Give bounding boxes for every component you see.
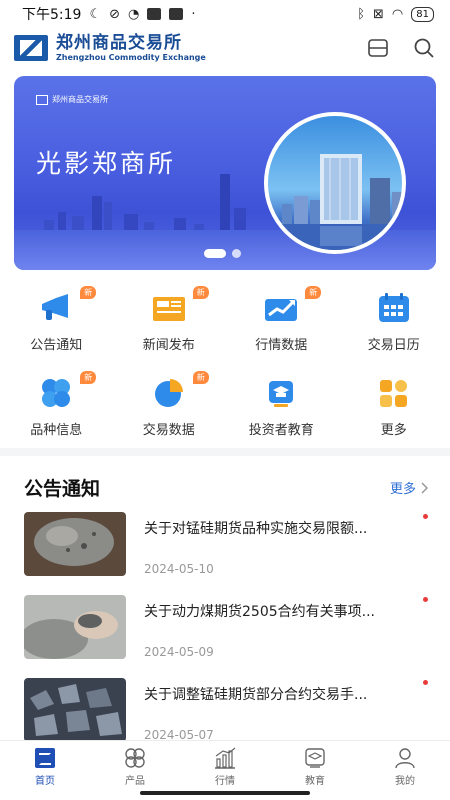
user-icon (395, 748, 415, 769)
announcements-header: 公告通知 更多 (24, 474, 428, 501)
search-icon[interactable] (412, 36, 436, 60)
new-badge: 新 (192, 286, 209, 299)
grid-label: 更多 (380, 423, 407, 438)
hero-banner[interactable]: 郑州商品交易所 光影郑商所 (14, 76, 436, 270)
education-icon (305, 748, 325, 768)
wifi-icon: ◠ (391, 6, 404, 22)
more-link-label: 更多 (389, 482, 416, 497)
logo-name-en: Zhengzhou Commodity Exchange (56, 52, 206, 62)
exchange-logo: 郑州商品交易所 Zhengzhou Commodity Exchange (14, 32, 206, 62)
grid-item-trading-calendar[interactable]: 交易日历 (338, 290, 450, 353)
tab-profile[interactable]: 我的 (375, 747, 435, 800)
status-bar: 下午5:19 ☾ ⊘ ◔ · ᛒ ⊠ ◠ 81 (0, 0, 450, 28)
section-divider (0, 448, 450, 456)
new-badge: 新 (192, 371, 209, 384)
new-badge: 新 (305, 286, 322, 299)
tab-label: 我的 (395, 776, 415, 787)
silicon-pile-image (24, 678, 126, 742)
grid-label: 品种信息 (30, 423, 83, 438)
bluetooth-icon: ᛒ (357, 6, 366, 22)
calendar-icon (378, 293, 409, 322)
grid-item-investor-education[interactable]: 投资者教育 (225, 375, 338, 438)
tab-label: 教育 (305, 776, 325, 787)
list-item[interactable]: 关于动力煤期货2505合约有关事项... 2024-05-09 (24, 595, 434, 678)
unread-dot (423, 514, 428, 519)
tab-label: 产品 (125, 776, 145, 787)
ore-rock-image (24, 512, 126, 576)
grid-label: 投资者教育 (248, 423, 314, 438)
grid-label: 行情数据 (255, 338, 308, 353)
tab-label: 行情 (215, 776, 235, 787)
chevron-right-icon (421, 481, 428, 494)
grid-item-news[interactable]: 新 新闻发布 (113, 286, 226, 353)
banner-logo-icon (36, 94, 48, 105)
tab-home[interactable]: 首页 (15, 747, 75, 800)
chart-trend-icon (265, 299, 298, 321)
carousel-indicator (204, 249, 241, 258)
clover-icon (125, 748, 145, 768)
coal-hand-image (24, 595, 126, 659)
newspaper-icon (152, 297, 185, 321)
section-title: 公告通知 (24, 478, 101, 500)
list-item[interactable]: 关于对锰硅期货品种实施交易限额... 2024-05-10 (24, 512, 434, 595)
scan-icon[interactable] (366, 36, 390, 60)
banner-logo-text: 郑州商品交易所 (52, 95, 108, 104)
logo-mark-icon (14, 35, 48, 61)
megaphone-icon (42, 294, 69, 320)
banner-logo: 郑州商品交易所 (36, 94, 108, 105)
news-title: 关于动力煤期货2505合约有关事项... (144, 604, 375, 620)
status-time: 下午5:19 (22, 7, 82, 23)
bar-chart-icon (215, 747, 236, 769)
graduation-icon (269, 381, 294, 407)
news-date: 2024-05-10 (144, 562, 214, 576)
app-header: 郑州商品交易所 Zhengzhou Commodity Exchange (0, 28, 450, 68)
news-title: 关于对锰硅期货品种实施交易限额... (144, 521, 368, 537)
grid-item-announcements[interactable]: 新 公告通知 (0, 286, 113, 353)
moon-icon: ☾ (89, 6, 102, 22)
clover-icon (42, 379, 71, 407)
carousel-dot[interactable] (232, 249, 241, 258)
upload-icon (147, 8, 162, 20)
unread-dot (423, 597, 428, 602)
new-badge: 新 (80, 286, 97, 299)
grid-item-product-info[interactable]: 新 品种信息 (0, 371, 113, 438)
grid-item-trading-data[interactable]: 新 交易数据 (113, 371, 226, 438)
building-photo (264, 112, 406, 254)
home-indicator[interactable] (140, 791, 310, 795)
notification-icon (169, 8, 184, 20)
function-grid: 新 公告通知 新 新闻发布 新 行情数据 交易日历 新 品种信息 新 交易数据 … (0, 286, 450, 438)
grid-item-market-data[interactable]: 新 行情数据 (225, 286, 338, 353)
chat-icon: ◔ (128, 6, 140, 22)
grid-label: 交易日历 (367, 338, 420, 353)
home-icon (35, 748, 55, 768)
tab-label: 首页 (35, 776, 55, 787)
unread-dot (423, 680, 428, 685)
more-link[interactable]: 更多 (390, 478, 428, 497)
announcement-list: 关于对锰硅期货品种实施交易限额... 2024-05-10 关于动力煤期货250… (24, 512, 434, 761)
grid-item-more[interactable]: 更多 (338, 375, 450, 438)
pie-chart-icon (154, 379, 183, 407)
carousel-dot-active[interactable] (204, 249, 226, 258)
logo-name-cn: 郑州商品交易所 (56, 32, 182, 53)
dot-icon: · (191, 6, 196, 22)
grid-label: 公告通知 (30, 338, 83, 353)
mute-icon: ⊘ (109, 6, 121, 22)
new-badge: 新 (80, 371, 97, 384)
more-grid-icon (379, 380, 407, 407)
grid-label: 新闻发布 (142, 338, 195, 353)
news-date: 2024-05-09 (144, 645, 214, 659)
battery-icon: 81 (411, 6, 434, 22)
grid-label: 交易数据 (142, 423, 195, 438)
news-title: 关于调整锰硅期货部分合约交易手... (144, 687, 368, 703)
sim-off-icon: ⊠ (373, 6, 384, 22)
